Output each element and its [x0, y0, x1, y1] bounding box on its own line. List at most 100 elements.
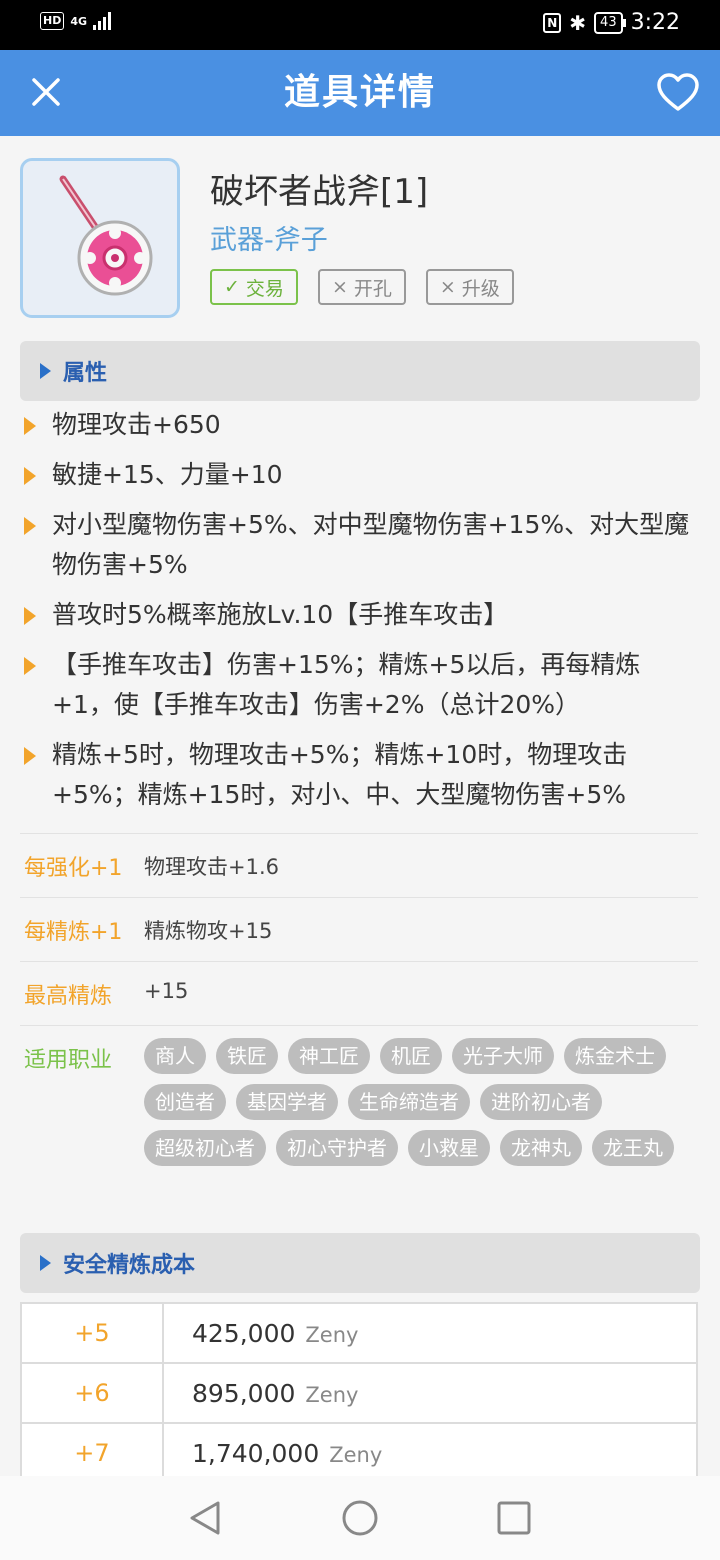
stat-label: 每强化+1	[24, 856, 123, 881]
currency-unit: Zeny	[329, 1442, 383, 1467]
home-button[interactable]	[340, 1498, 380, 1538]
bullet-icon	[24, 657, 36, 675]
triangle-right-icon	[40, 363, 51, 379]
tag-label: 交易	[245, 277, 284, 300]
bullet-icon	[24, 417, 36, 435]
refine-amount: 425,000	[192, 1318, 296, 1348]
signal-icon	[93, 12, 112, 30]
table-row: +7 1,740,000 Zeny	[20, 1422, 698, 1484]
job-chip[interactable]: 基因学者	[236, 1084, 338, 1120]
hd-icon: HD	[40, 12, 65, 30]
attribute-text: 敏捷+15、力量+10	[52, 460, 283, 489]
attribute-item: 物理攻击+650	[20, 405, 700, 445]
item-name: 破坏者战斧[1]	[210, 172, 429, 212]
job-chip[interactable]: 龙神丸	[500, 1130, 582, 1166]
tag-label: 开孔	[353, 277, 392, 300]
heart-icon	[657, 73, 699, 111]
item-tags: ✓ 交易 × 开孔 × 升级	[210, 269, 514, 305]
item-image	[20, 158, 180, 318]
status-left: HD 4G	[40, 12, 112, 30]
bullet-icon	[24, 517, 36, 535]
bluetooth-icon: ✱	[569, 10, 587, 35]
refine-cost-table: +5 425,000 Zeny +6 895,000 Zeny +7 1,740,0…	[20, 1302, 698, 1484]
job-chip[interactable]: 商人	[144, 1038, 206, 1074]
bullet-icon	[24, 467, 36, 485]
attribute-item: 敏捷+15、力量+10	[20, 455, 700, 495]
job-chip[interactable]: 进阶初心者	[480, 1084, 602, 1120]
attribute-text: 普攻时5%概率施放Lv.10【手推车攻击】	[52, 600, 509, 629]
refine-cost-cell: 895,000 Zeny	[162, 1362, 698, 1424]
stat-row-max-refine: 最高精炼 +15	[20, 961, 698, 1025]
stat-value: 物理攻击+1.6	[144, 855, 279, 879]
back-icon	[190, 1501, 220, 1535]
item-header: 破坏者战斧[1] 武器-斧子 ✓ 交易 × 开孔 × 升级	[20, 158, 700, 318]
stat-value: 精炼物攻+15	[144, 919, 273, 943]
tag-label: 升级	[461, 277, 500, 300]
currency-unit: Zeny	[305, 1322, 359, 1347]
stat-value: +15	[144, 979, 189, 1003]
job-chip[interactable]: 创造者	[144, 1084, 226, 1120]
table-row: +6 895,000 Zeny	[20, 1362, 698, 1424]
item-type: 武器-斧子	[210, 225, 328, 256]
job-chip[interactable]: 小救星	[408, 1130, 490, 1166]
attribute-list: 物理攻击+650 敏捷+15、力量+10 对小型魔物伤害+5%、对中型魔物伤害+…	[20, 405, 700, 825]
table-row: +5 425,000 Zeny	[20, 1302, 698, 1364]
bullet-icon	[24, 607, 36, 625]
recents-icon	[497, 1501, 531, 1535]
battery-icon: 43	[594, 11, 626, 34]
attribute-text: 精炼+5时，物理攻击+5%；精炼+10时，物理攻击+5%；精炼+15时，对小、中…	[52, 740, 628, 809]
triangle-right-icon	[40, 1255, 51, 1271]
stat-row-enhance: 每强化+1 物理攻击+1.6	[20, 833, 698, 897]
stat-label: 最高精炼	[24, 984, 113, 1009]
job-chip[interactable]: 超级初心者	[144, 1130, 266, 1166]
attributes-section-header[interactable]: 属性	[20, 341, 700, 401]
jobs-label: 适用职业	[24, 1048, 113, 1073]
back-button[interactable]	[186, 1498, 226, 1538]
job-chip[interactable]: 机匠	[380, 1038, 442, 1074]
x-icon: ×	[439, 276, 456, 298]
clock: 3:22	[630, 10, 680, 35]
tag-trade: ✓ 交易	[210, 269, 298, 305]
job-chip[interactable]: 铁匠	[216, 1038, 278, 1074]
job-chip[interactable]: 神工匠	[288, 1038, 370, 1074]
refine-level: +5	[20, 1302, 164, 1364]
recents-button[interactable]	[494, 1498, 534, 1538]
job-chip[interactable]: 初心守护者	[276, 1130, 398, 1166]
job-chip[interactable]: 生命缔造者	[348, 1084, 470, 1120]
refine-amount: 895,000	[192, 1378, 296, 1408]
section-title: 安全精炼成本	[63, 1253, 196, 1278]
axe-icon	[59, 175, 153, 296]
system-nav-bar	[0, 1476, 720, 1560]
refine-cost-cell: 1,740,000 Zeny	[162, 1422, 698, 1484]
check-icon: ✓	[224, 276, 240, 298]
tag-socket: × 开孔	[317, 269, 406, 305]
refine-cost-cell: 425,000 Zeny	[162, 1302, 698, 1364]
refine-amount: 1,740,000	[192, 1438, 320, 1468]
network-type: 4G	[70, 14, 88, 28]
job-chip[interactable]: 炼金术士	[564, 1038, 666, 1074]
job-chips: 商人 铁匠 神工匠 机匠 光子大师 炼金术士 创造者 基因学者 生命缔造者 进阶…	[144, 1038, 684, 1166]
app-bar: 道具详情	[0, 50, 720, 136]
x-icon: ×	[331, 276, 348, 298]
bullet-icon	[24, 747, 36, 765]
currency-unit: Zeny	[305, 1382, 359, 1407]
status-bar: HD 4G N ✱ 43 3:22	[0, 0, 720, 50]
attribute-text: 对小型魔物伤害+5%、对中型魔物伤害+15%、对大型魔物伤害+5%	[52, 510, 690, 579]
attribute-item: 对小型魔物伤害+5%、对中型魔物伤害+15%、对大型魔物伤害+5%	[20, 505, 700, 585]
refine-level: +6	[20, 1362, 164, 1424]
section-title: 属性	[63, 361, 108, 386]
attribute-item: 【手推车攻击】伤害+15%；精炼+5以后，再每精炼+1，使【手推车攻击】伤害+2…	[20, 645, 700, 725]
refine-level: +7	[20, 1422, 164, 1484]
job-chip[interactable]: 光子大师	[452, 1038, 554, 1074]
job-chip[interactable]: 龙王丸	[592, 1130, 674, 1166]
attribute-item: 普攻时5%概率施放Lv.10【手推车攻击】	[20, 595, 700, 635]
favorite-button[interactable]	[656, 71, 700, 115]
attribute-item: 精炼+5时，物理攻击+5%；精炼+10时，物理攻击+5%；精炼+15时，对小、中…	[20, 735, 700, 815]
stat-label: 每精炼+1	[24, 920, 123, 945]
home-icon	[342, 1500, 378, 1536]
tag-upgrade: × 升级	[425, 269, 514, 305]
refine-cost-section-header[interactable]: 安全精炼成本	[20, 1233, 700, 1293]
stat-row-refine: 每精炼+1 精炼物攻+15	[20, 897, 698, 961]
status-right: N ✱ 43 3:22	[543, 10, 680, 35]
nfc-icon: N	[543, 12, 562, 33]
